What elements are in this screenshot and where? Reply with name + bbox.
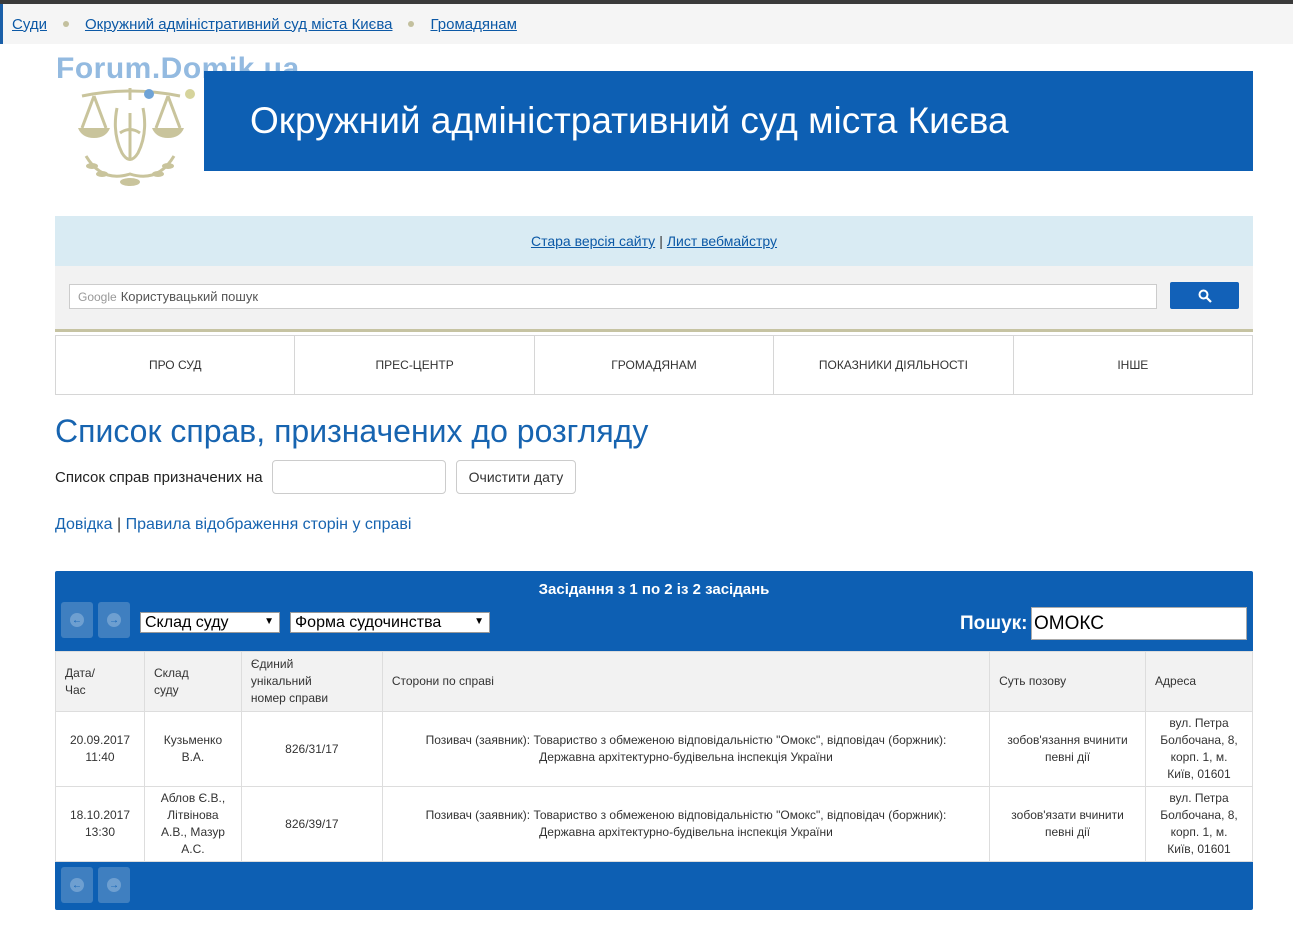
court-emblem-icon[interactable] [72,78,192,190]
arrow-left-icon: ← [70,613,84,627]
hearings-panel: Засідання з 1 по 2 із 2 засідань ← → Скл… [55,571,1253,910]
cell-judges: Кузьменко В.А. [143,711,242,787]
old-version-link[interactable]: Стара версія сайту [531,233,655,249]
search-icon [1198,289,1212,303]
date-input[interactable] [271,460,446,494]
breadcrumb-item-court[interactable]: Окружний адміністративний суд міста Києв… [85,16,393,33]
next-page-button-bottom[interactable]: → [98,867,130,903]
search-bar: Google Користувацький пошук [55,266,1253,332]
cell-claim: зобов'язання вчинити певні дії [989,711,1147,787]
cell-datetime: 20.09.2017 11:40 [55,711,145,787]
breadcrumb: Суди Окружний адміністративний суд міста… [0,4,1293,44]
page-title: Список справ, призначених до розгляду [55,413,649,449]
nav-item-press[interactable]: ПРЕС-ЦЕНТР [294,335,534,395]
cell-parties: Позивач (заявник): Товариство з обмежено… [381,711,991,787]
site-banner: Окружний адміністративний суд міста Києв… [204,71,1253,171]
date-filter: Список справ призначених на Очистити дат… [55,460,577,494]
table-row: 18.10.2017 13:30 Аблов Є.В., Літвінова А.В.… [55,786,1253,862]
table-search-input[interactable]: ОМОКС [1031,607,1247,640]
decor-dot [185,89,195,99]
nav-item-other[interactable]: ІНШЕ [1012,335,1254,395]
column-header-case-number[interactable]: Єдиний унікальний номер справи [240,651,383,712]
prev-page-button-bottom[interactable]: ← [61,867,93,903]
date-label: Список справ призначених на [55,468,263,486]
proceeding-form-value: Форма судочинства [295,613,442,631]
table-header-row: Дата/Час Склад суду Єдиний унікальний номер… [55,651,1253,712]
info-separator: | [659,233,663,249]
cell-address: вул. Петра Болбочана, 8, корп. 1, м. Київ, … [1145,786,1253,862]
breadcrumb-separator [408,21,415,27]
hearings-table: Дата/Час Склад суду Єдиний унікальний номер… [55,651,1253,862]
arrow-right-icon: → [107,613,121,627]
google-label: Google [78,289,117,304]
dropdown-arrow-icon: ▼ [474,616,484,627]
breadcrumb-accent [0,4,3,44]
cell-judges: Аблов Є.В., Літвінова А.В., Мазур А.С. [143,786,242,862]
nav-item-about[interactable]: ПРО СУД [55,335,295,395]
decor-dot [144,89,154,99]
cell-case-number: 826/31/17 [240,711,383,787]
display-rules-link[interactable]: Правила відображення сторін у справі [126,516,412,533]
main-nav: ПРО СУД ПРЕС-ЦЕНТР ГРОМАДЯНАМ ПОКАЗНИКИ … [55,335,1254,395]
webmaster-link[interactable]: Лист вебмайстру [667,233,777,249]
nav-item-indicators[interactable]: ПОКАЗНИКИ ДІЯЛЬНОСТІ [773,335,1013,395]
table-search-label: Пошук: [960,613,1028,634]
breadcrumb-item-courts[interactable]: Суди [12,16,47,33]
arrow-right-icon: → [107,878,121,892]
search-button[interactable] [1170,282,1239,309]
prev-page-button[interactable]: ← [61,602,93,638]
cell-address: вул. Петра Болбочана, 8, корп. 1, м. Київ, … [1145,711,1253,787]
proceeding-form-select[interactable]: Форма судочинства ▼ [290,612,490,633]
column-header-parties[interactable]: Сторони по справі [381,651,991,712]
column-header-judges[interactable]: Склад суду [143,651,242,712]
info-bar: Стара версія сайту | Лист вебмайстру [55,216,1253,266]
court-composition-select[interactable]: Склад суду ▼ [140,612,280,633]
cell-claim: зобов'язати вчинити певні дії [989,786,1147,862]
cell-datetime: 18.10.2017 13:30 [55,786,145,862]
help-links: Довідка | Правила відображення сторін у … [55,516,411,534]
arrow-left-icon: ← [70,878,84,892]
cell-case-number: 826/39/17 [240,786,383,862]
help-link[interactable]: Довідка [55,516,113,533]
search-input[interactable]: Google Користувацький пошук [69,284,1157,309]
hearings-summary: Засідання з 1 по 2 із 2 засідань [538,581,770,598]
column-header-claim[interactable]: Суть позову [989,651,1147,712]
breadcrumb-item-citizens[interactable]: Громадянам [430,16,516,33]
table-row: 20.09.2017 11:40 Кузьменко В.А. 826/31/17 … [55,711,1253,787]
site-title: Окружний адміністративний суд міста Києв… [250,100,1009,141]
nav-item-citizens[interactable]: ГРОМАДЯНАМ [533,335,774,395]
breadcrumb-separator [62,21,69,27]
column-header-datetime[interactable]: Дата/Час [55,651,145,712]
court-composition-value: Склад суду [145,613,229,631]
clear-date-button[interactable]: Очистити дату [455,460,577,494]
search-placeholder: Користувацький пошук [120,289,259,304]
next-page-button[interactable]: → [98,602,130,638]
column-header-address[interactable]: Адреса [1145,651,1253,712]
help-separator: | [117,516,122,533]
dropdown-arrow-icon: ▼ [264,616,274,627]
cell-parties: Позивач (заявник): Товариство з обмежено… [381,786,991,862]
